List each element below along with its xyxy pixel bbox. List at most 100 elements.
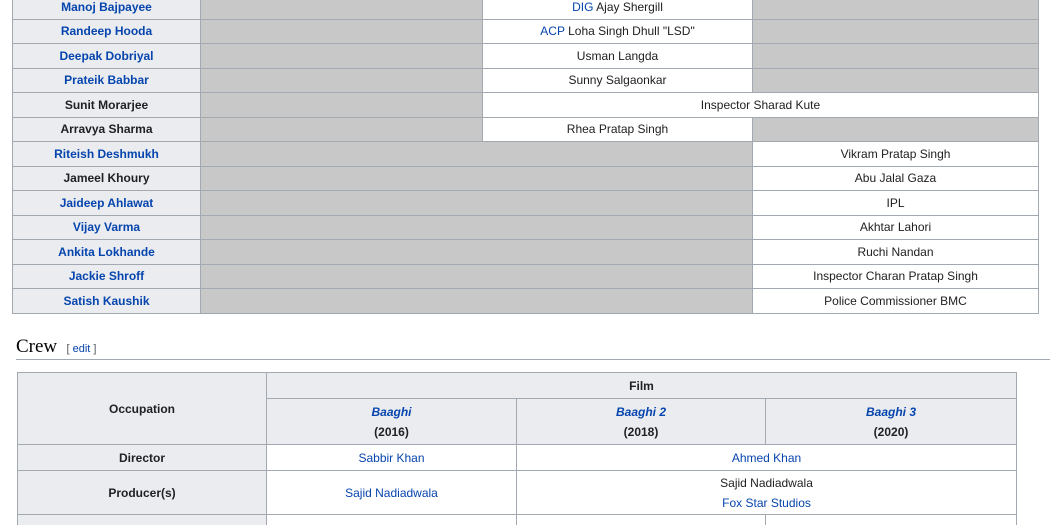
cast-row: Jameel Khoury Abu Jalal Gaza	[12, 165, 1039, 191]
actor-link[interactable]: Jaideep Ahlawat	[60, 196, 154, 210]
role-name: Inspector Charan Pratap Singh	[813, 269, 978, 284]
crew-table-body: Director Sabbir Khan Ahmed Khan Producer(s)…	[17, 444, 1018, 525]
crew-person-link[interactable]: Ahmed Khan	[517, 448, 1016, 468]
crew-row: Producer(s) Sajid Nadiadwala Sajid Nadiadw…	[17, 470, 1018, 515]
actor-link[interactable]: Satish Kaushik	[63, 294, 149, 308]
actor-link[interactable]: Deepak Dobriyal	[59, 49, 153, 63]
film-header: Film	[265, 372, 1018, 399]
actor-link[interactable]: Riteish Deshmukh	[54, 147, 159, 161]
crew-credit-cell	[266, 514, 517, 525]
occupation-cell	[17, 514, 267, 525]
film-title-link[interactable]: Baaghi 3	[766, 402, 1016, 422]
cast-actor-cell: Arravya Sharma	[12, 116, 201, 142]
cast-row: Deepak Dobriyal Usman Langda	[12, 43, 1039, 69]
cast-empty-cell	[200, 67, 483, 93]
cast-empty-cell	[200, 239, 753, 265]
actor-link[interactable]: Prateik Babbar	[64, 73, 149, 87]
cast-actor-cell: Deepak Dobriyal	[12, 43, 201, 69]
crew-credit-cell: Sabbir Khan	[266, 444, 517, 471]
cast-actor-cell: Jameel Khoury	[12, 165, 201, 191]
cast-actor-cell: Jaideep Ahlawat	[12, 190, 201, 216]
film-year: (2016)	[374, 424, 409, 439]
crew-person-link[interactable]: Farhad Samji	[766, 520, 1016, 525]
cast-empty-cell	[752, 0, 1039, 20]
rank-link[interactable]: DIG	[572, 0, 593, 14]
role-name: IPL	[886, 195, 905, 210]
cast-empty-cell	[752, 18, 1039, 44]
film-column-header: Baaghi 3 (2020)	[764, 398, 1018, 445]
cast-empty-cell	[200, 214, 753, 240]
crew-credit-cell	[516, 514, 766, 525]
crew-heading-title: Crew	[16, 336, 58, 357]
cast-empty-cell	[752, 116, 1039, 142]
cast-actor-cell: Riteish Deshmukh	[12, 141, 201, 167]
cast-role-cell: Inspector Charan Pratap Singh	[752, 263, 1039, 289]
cast-empty-cell	[200, 0, 483, 20]
cast-row: Jaideep Ahlawat IPL	[12, 190, 1039, 216]
crew-table: Occupation Film Baaghi (2016) Baaghi 2 (201…	[17, 372, 1018, 525]
cast-role-cell: ACP Loha Singh Dhull "LSD"	[482, 18, 753, 44]
crew-person-link[interactable]: Sajid Nadiadwala	[267, 483, 516, 503]
actor-link[interactable]: Randeep Hooda	[61, 24, 152, 38]
role-name: Rhea Pratap Singh	[566, 122, 669, 137]
role-name: Inspector Sharad Kute	[700, 97, 821, 112]
cast-row: Riteish Deshmukh Vikram Pratap Singh	[12, 141, 1039, 167]
cast-row: Sunit Morarjee Inspector Sharad Kute	[12, 92, 1039, 118]
cast-row: Arravya Sharma Rhea Pratap Singh	[12, 116, 1039, 142]
crew-credit-cell: Farhad Samji	[764, 514, 1018, 525]
edit-bracket-close: ]	[90, 343, 97, 355]
role-name: Vikram Pratap Singh	[840, 146, 951, 161]
crew-credit-cell: Sajid Nadiadwala	[266, 470, 517, 515]
actor-name: Sunit Morarjee	[64, 97, 149, 112]
crew-row: Director Sabbir Khan Ahmed Khan	[17, 444, 1018, 471]
actor-link[interactable]: Jackie Shroff	[69, 269, 144, 283]
role-name: Abu Jalal Gaza	[854, 171, 937, 186]
film-title-link[interactable]: Baaghi	[267, 402, 516, 422]
cast-empty-cell	[200, 141, 753, 167]
cast-row: Jackie Shroff Inspector Charan Pratap Sin…	[12, 263, 1039, 289]
actor-link[interactable]: Manoj Bajpayee	[61, 0, 152, 14]
crew-edit-section: [ edit ]	[67, 343, 97, 355]
actor-name: Jameel Khoury	[63, 171, 150, 186]
role-name: Sunny Salgaonkar	[568, 73, 667, 88]
role-name: Usman Langda	[576, 48, 659, 63]
cast-actor-cell: Jackie Shroff	[12, 263, 201, 289]
cast-empty-cell	[200, 43, 483, 69]
cast-row: Randeep Hooda ACP Loha Singh Dhull "LSD"	[12, 18, 1039, 44]
cast-actor-cell: Vijay Varma	[12, 214, 201, 240]
crew-person-name: Sajid Nadiadwala	[720, 475, 813, 490]
cast-role-cell: Usman Langda	[482, 43, 753, 69]
occupation-cell: Director	[17, 444, 267, 471]
film-column-header: Baaghi (2016)	[266, 398, 517, 445]
cast-empty-cell	[200, 165, 753, 191]
cast-role-cell: Rhea Pratap Singh	[482, 116, 753, 142]
cast-table-body: Manoj Bajpayee DIG Ajay Shergill Randeep H…	[12, 0, 1039, 314]
cast-actor-cell: Prateik Babbar	[12, 67, 201, 93]
cast-actor-cell: Satish Kaushik	[12, 288, 201, 314]
cast-empty-cell	[200, 263, 753, 289]
cast-role-cell: Ruchi Nandan	[752, 239, 1039, 265]
actor-link[interactable]: Ankita Lokhande	[58, 245, 155, 259]
film-title-link[interactable]: Baaghi 2	[517, 402, 765, 422]
role-name: Police Commissioner BMC	[824, 293, 967, 308]
cast-row: Prateik Babbar Sunny Salgaonkar	[12, 67, 1039, 93]
role-name: Akhtar Lahori	[859, 220, 932, 235]
cast-row: Vijay Varma Akhtar Lahori	[12, 214, 1039, 240]
crew-person-link[interactable]: Fox Star Studios	[517, 493, 1016, 513]
actor-name: Arravya Sharma	[60, 122, 153, 137]
cast-empty-cell	[200, 18, 483, 44]
cast-role-cell: IPL	[752, 190, 1039, 216]
cast-actor-cell: Ankita Lokhande	[12, 239, 201, 265]
occupation-header: Occupation	[17, 372, 267, 445]
cast-role-cell: Inspector Sharad Kute	[482, 92, 1039, 118]
crew-section-heading: Crew [ edit ]	[16, 336, 1050, 360]
crew-credit-cell: Ahmed Khan	[515, 444, 1018, 471]
cast-empty-cell	[752, 67, 1039, 93]
cast-role-cell: Sunny Salgaonkar	[482, 67, 753, 93]
crew-person-link[interactable]: Sabbir Khan	[267, 448, 516, 468]
cast-empty-cell	[200, 190, 753, 216]
cast-row: Satish Kaushik Police Commissioner BMC	[12, 288, 1039, 314]
crew-edit-link[interactable]: edit	[73, 343, 91, 355]
rank-link[interactable]: ACP	[540, 24, 564, 38]
actor-link[interactable]: Vijay Varma	[73, 220, 140, 234]
